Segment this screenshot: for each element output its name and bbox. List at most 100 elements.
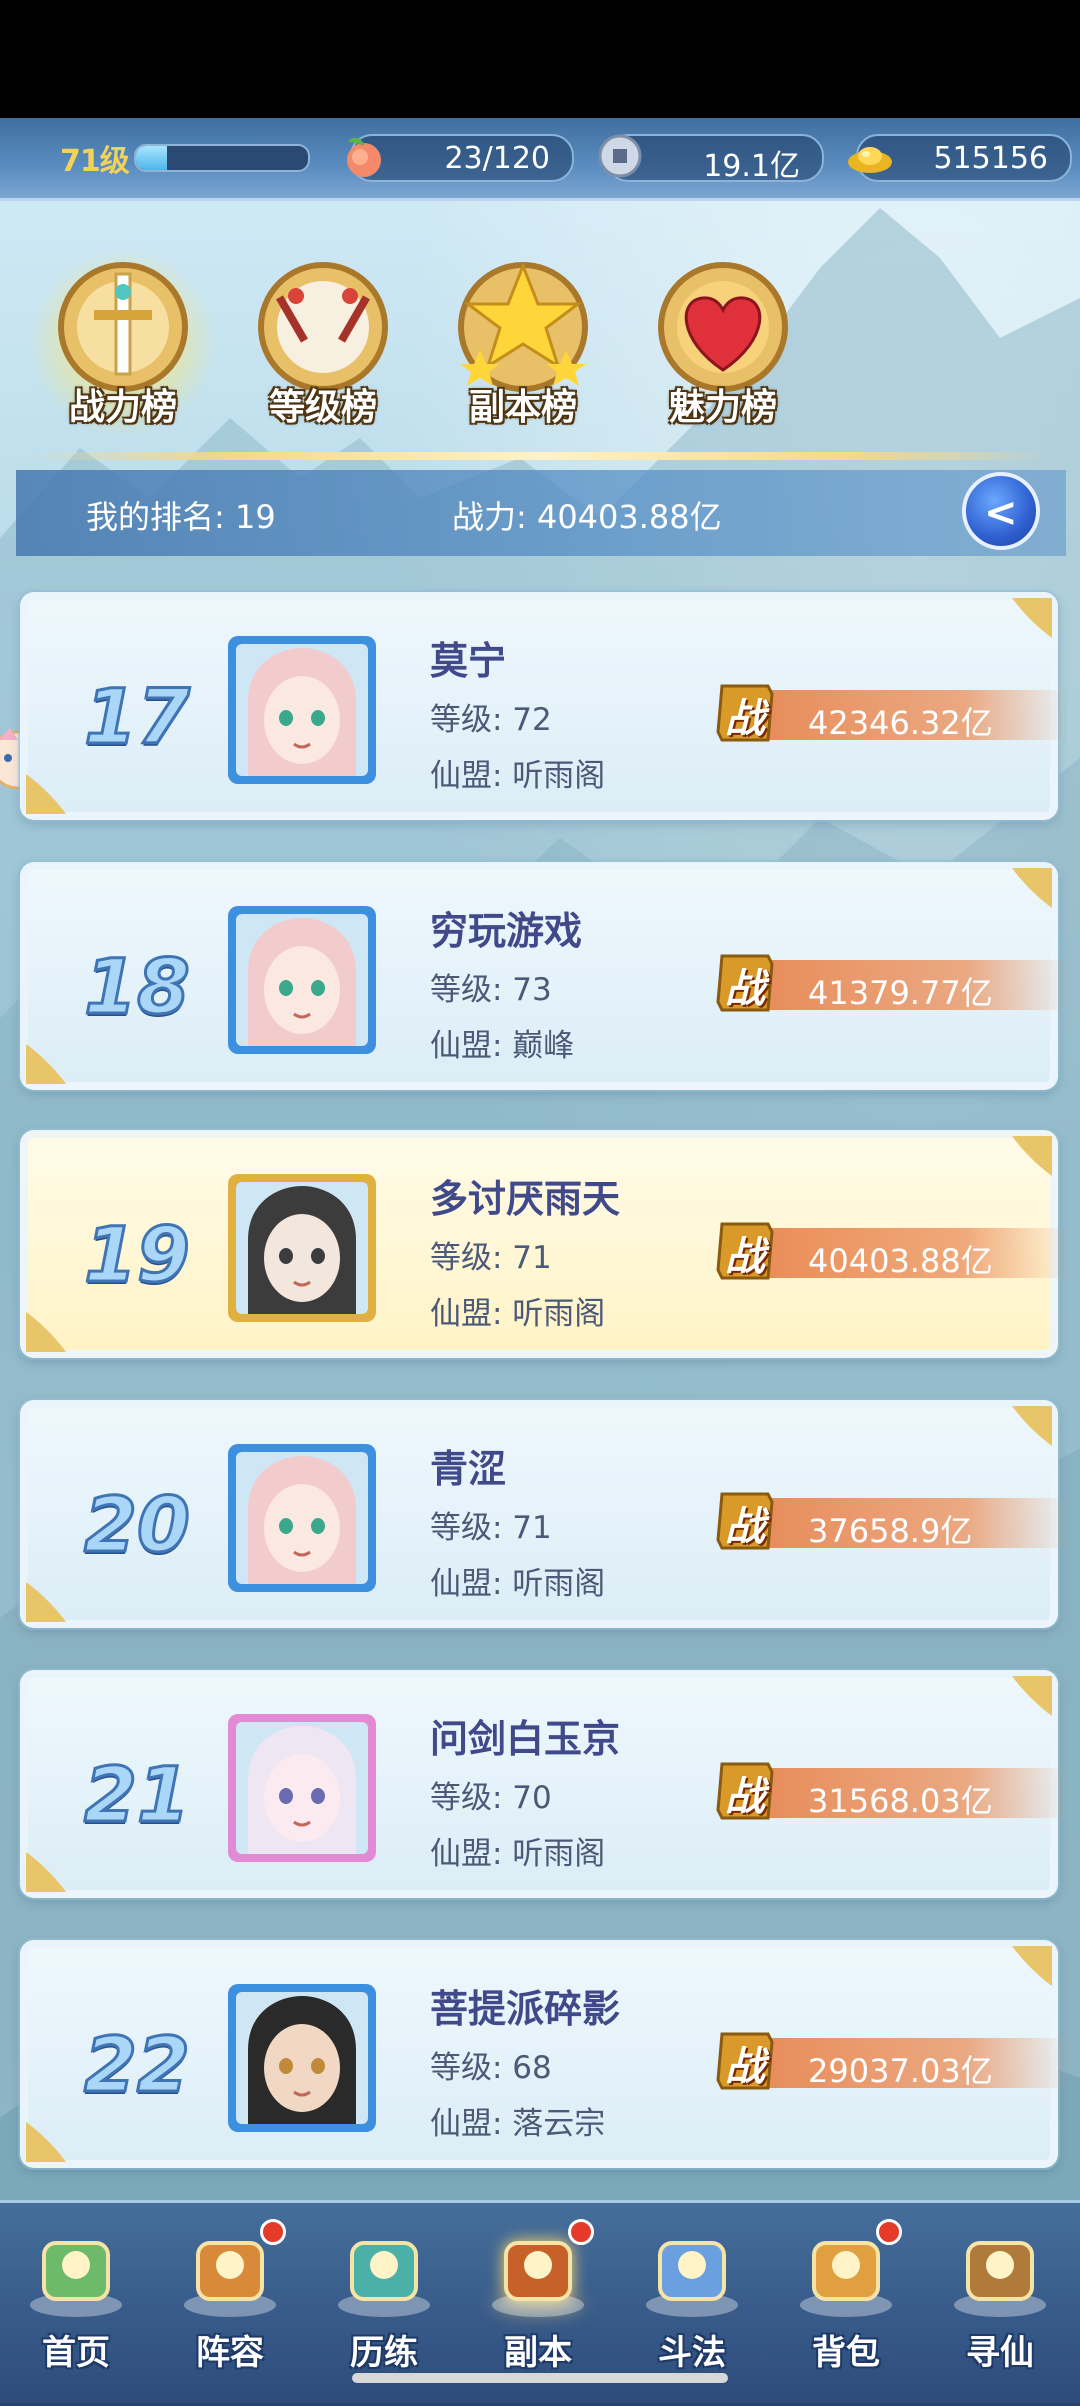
tab-label: 魅力榜 <box>668 387 777 428</box>
power-value: 31568.03亿 <box>808 1782 993 1820</box>
player-name: 青涩 <box>430 1447 507 1491</box>
coin-icon <box>598 134 642 178</box>
power-bar: 战 37658.9亿 <box>716 1492 1068 1550</box>
gold-value: 515156 <box>933 141 1048 176</box>
home-indicator[interactable] <box>352 2373 728 2383</box>
power-badge-text: 战 <box>725 2044 765 2090</box>
player-guild: 仙盟: 听雨阁 <box>430 1566 606 1602</box>
training-icon <box>338 2241 430 2317</box>
tab-power-ranking[interactable]: 战力榜 <box>28 248 218 438</box>
peach-icon <box>347 137 381 177</box>
my-power-text: 战力: 40403.88亿 <box>452 498 722 536</box>
pink-hair-girl-avatar[interactable] <box>224 902 380 1058</box>
level-progress-fill <box>136 146 167 170</box>
home-icon <box>30 2241 122 2317</box>
pink-hair-girl-avatar[interactable] <box>224 632 380 788</box>
player-level: 等级: 72 <box>430 702 552 738</box>
notification-badge <box>876 2219 902 2245</box>
card-corner-ornament <box>1012 1946 1052 1986</box>
power-bar: 战 42346.32亿 <box>716 684 1068 742</box>
white-hair-girl-avatar[interactable] <box>224 1710 380 1866</box>
pink-hair-girl-avatar[interactable] <box>224 1440 380 1596</box>
player-level: 71级 <box>60 144 130 179</box>
card-corner-ornament <box>26 1312 66 1352</box>
stamina-counter[interactable]: 23/120 <box>347 134 574 182</box>
power-bar: 战 41379.77亿 <box>716 954 1068 1012</box>
player-level: 等级: 68 <box>430 2050 552 2086</box>
rank-number: 19 <box>83 1209 192 1301</box>
nav-label: 首页 <box>42 2333 110 2373</box>
gold-ingot-icon <box>848 147 892 173</box>
rank-card[interactable]: 20 青涩 等级: 71 仙盟: 听雨阁 战 37658.9亿 <box>20 1400 1068 1628</box>
card-corner-ornament <box>1012 598 1052 638</box>
power-badge: 战 <box>714 2028 776 2094</box>
back-button[interactable]: < <box>962 472 1040 550</box>
player-name: 穷玩游戏 <box>430 909 583 953</box>
tab-label: 等级榜 <box>268 387 377 428</box>
card-corner-ornament <box>26 1582 66 1622</box>
power-badge-text: 战 <box>725 966 765 1012</box>
nav-item-scroll[interactable]: 寻仙 <box>924 2203 1076 2403</box>
dark-hair-sleeping-avatar[interactable] <box>224 1170 380 1326</box>
power-badge-text: 战 <box>725 696 765 742</box>
rank-number: 17 <box>83 671 192 763</box>
back-chevron-icon: < <box>984 490 1018 536</box>
header-divider <box>30 452 1050 460</box>
player-guild: 仙盟: 听雨阁 <box>430 1296 606 1332</box>
player-level: 等级: 71 <box>430 1240 552 1276</box>
power-badge: 战 <box>714 950 776 1016</box>
rank-card[interactable]: 21 问剑白玉京 等级: 70 仙盟: 听雨阁 战 31568.03亿 <box>20 1670 1068 1898</box>
stamina-value: 23/120 <box>444 141 550 176</box>
rank-number: 21 <box>83 1749 192 1841</box>
power-badge-text: 战 <box>725 1504 765 1550</box>
card-corner-ornament <box>1012 1676 1052 1716</box>
battle-icon <box>646 2241 738 2317</box>
power-badge: 战 <box>714 1758 776 1824</box>
rank-card[interactable]: 19 多讨厌雨天 等级: 71 仙盟: 听雨阁 战 40403.88亿 <box>20 1130 1068 1358</box>
card-corner-ornament <box>1012 1136 1052 1176</box>
power-badge: 战 <box>714 1218 776 1284</box>
rank-number: 20 <box>83 1479 192 1571</box>
nav-label: 背包 <box>812 2333 880 2373</box>
copper-counter[interactable]: 19.1亿 <box>598 134 824 184</box>
my-rank-bar: 我的排名: 19 战力: 40403.88亿 <box>16 470 1066 556</box>
rank-number: 18 <box>83 941 192 1033</box>
rank-card[interactable]: 17 莫宁 等级: 72 仙盟: 听雨阁 战 42346.32亿 <box>20 592 1068 820</box>
card-corner-ornament <box>26 774 66 814</box>
status-bar: 71级 23/120 19.1亿 515156 <box>0 118 1080 201</box>
player-name: 问剑白玉京 <box>430 1717 621 1761</box>
card-corner-ornament <box>1012 868 1052 908</box>
power-value: 40403.88亿 <box>808 1242 993 1280</box>
card-corner-ornament <box>26 1852 66 1892</box>
card-corner-ornament <box>1012 1406 1052 1446</box>
notification-badge <box>260 2219 286 2245</box>
dark-hair-boy-avatar[interactable] <box>224 1980 380 2136</box>
tab-level-ranking[interactable]: 等级榜 <box>228 248 418 438</box>
copper-value: 19.1亿 <box>703 149 800 184</box>
tab-label: 副本榜 <box>468 387 577 428</box>
nav-label: 斗法 <box>658 2333 726 2373</box>
scroll-icon <box>954 2241 1046 2317</box>
tab-dungeon-ranking[interactable]: 副本榜 <box>428 248 618 438</box>
power-value: 29037.03亿 <box>808 2052 993 2090</box>
nav-label: 副本 <box>504 2333 572 2373</box>
nav-item-home[interactable]: 首页 <box>0 2203 152 2403</box>
power-value: 41379.77亿 <box>808 974 993 1012</box>
nav-item-bag[interactable]: 背包 <box>770 2203 922 2403</box>
player-name: 多讨厌雨天 <box>430 1177 621 1221</box>
gold-counter[interactable]: 515156 <box>848 134 1072 182</box>
player-level: 等级: 71 <box>430 1510 552 1546</box>
player-guild: 仙盟: 听雨阁 <box>430 1836 606 1872</box>
rank-card[interactable]: 22 菩提派碎影 等级: 68 仙盟: 落云宗 战 29037.03亿 <box>20 1940 1068 2168</box>
tab-charm-ranking[interactable]: 魅力榜 <box>628 248 818 438</box>
tab-label: 战力榜 <box>68 387 177 428</box>
rank-card[interactable]: 18 穷玩游戏 等级: 73 仙盟: 巅峰 战 41379.77亿 <box>20 862 1068 1090</box>
nav-item-lineup[interactable]: 阵容 <box>154 2203 306 2403</box>
card-corner-ornament <box>26 2122 66 2162</box>
rank-number: 22 <box>83 2019 192 2111</box>
power-value: 37658.9亿 <box>808 1512 973 1550</box>
power-badge: 战 <box>714 680 776 746</box>
power-badge-text: 战 <box>725 1774 765 1820</box>
power-badge: 战 <box>714 1488 776 1554</box>
nav-label: 阵容 <box>196 2333 264 2373</box>
